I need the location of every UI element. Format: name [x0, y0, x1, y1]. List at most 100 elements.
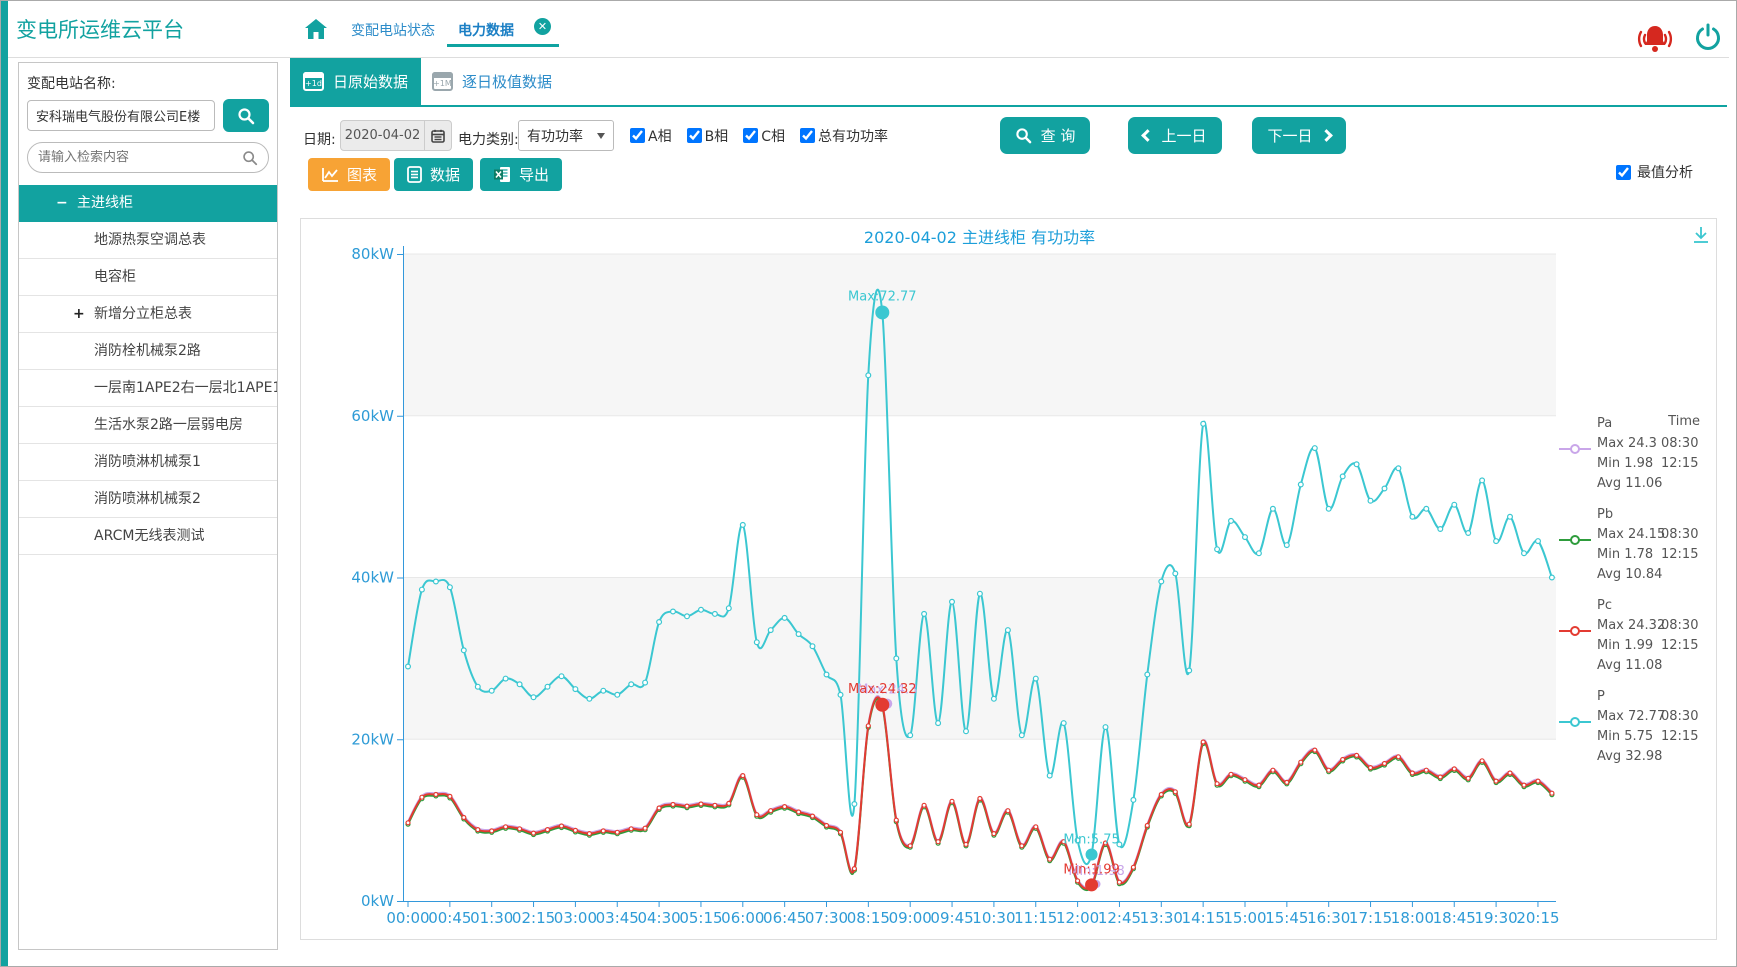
next-day-button[interactable]: 下一日	[1252, 117, 1346, 154]
tab-daily-extreme-data[interactable]: +1M 逐日极值数据	[421, 58, 563, 105]
phase-checkbox-3[interactable]	[800, 128, 815, 143]
extreme-analysis-label: 最值分析	[1637, 162, 1693, 182]
nav-tab-station-status[interactable]: 变配电站状态	[351, 20, 435, 40]
phase-checkbox-2[interactable]	[743, 128, 758, 143]
x-axis-label: 15:00	[1223, 909, 1266, 927]
tree-search-input[interactable]	[38, 150, 242, 165]
tree-item-2[interactable]: 电容柜	[19, 259, 277, 296]
home-button[interactable]	[303, 16, 329, 42]
legend-entry-P: PMax 72.7708:30Min 5.7512:15Avg 32.98	[1562, 687, 1714, 767]
x-axis-label: 09:45	[930, 909, 973, 927]
tab-daily-raw-data[interactable]: +1d 日原始数据	[290, 58, 421, 105]
tree-item-label: ARCM无线表测试	[94, 528, 204, 544]
station-name-input[interactable]	[27, 100, 215, 131]
legend-max-time: 08:30	[1661, 616, 1698, 636]
legend-max: Max 72.77	[1597, 707, 1661, 727]
tree-item-label: 消防栓机械泵2路	[94, 343, 201, 359]
station-search-button[interactable]	[223, 99, 269, 132]
phase-checkbox-1[interactable]	[687, 128, 702, 143]
legend-entry-Pc: PcMax 24.3208:30Min 1.9912:15Avg 11.08	[1562, 596, 1714, 676]
x-axis-label: 18:45	[1433, 909, 1476, 927]
phase-checkbox-0[interactable]	[630, 128, 645, 143]
extreme-analysis-checkbox[interactable]	[1616, 165, 1631, 180]
tree-item-8[interactable]: 消防喷淋机械泵2	[19, 481, 277, 518]
phase-label: 总有功功率	[818, 126, 888, 146]
chart-view-button[interactable]: 图表	[308, 158, 390, 191]
power-line-chart[interactable]: 0kW20kW40kW60kW80kW00:0000:4501:3002:150…	[300, 218, 1717, 940]
y-axis-label: 20kW	[351, 730, 394, 748]
tree-item-7[interactable]: 消防喷淋机械泵1	[19, 444, 277, 481]
date-value: 2020-04-02	[341, 128, 424, 143]
legend-max-time: 08:30	[1661, 434, 1698, 454]
phase-label: A相	[648, 126, 672, 146]
x-axis-label: 20:15	[1516, 909, 1559, 927]
alarm-bell-icon	[1633, 22, 1677, 56]
x-axis-label: 09:00	[889, 909, 932, 927]
tree-item-label: 生活水泵2路一层弱电房	[94, 417, 243, 433]
previous-day-button[interactable]: 上一日	[1128, 117, 1222, 154]
legend-series-name: Pa	[1597, 414, 1714, 434]
tree-item-0[interactable]: −主进线柜	[19, 185, 277, 222]
alarm-button[interactable]	[1633, 22, 1677, 56]
phase-option-2[interactable]: C相	[743, 126, 785, 146]
chevron-left-icon	[1142, 129, 1155, 142]
phase-label: B相	[705, 126, 729, 146]
chart-legend: Time PaMax 24.308:30Min 1.9812:15Avg 11.…	[1562, 414, 1714, 778]
tree-item-5[interactable]: 一层南1APE2右一层北1APE1左	[19, 370, 277, 407]
excel-icon	[493, 166, 511, 183]
phase-option-0[interactable]: A相	[630, 126, 672, 146]
tree-item-label: 消防喷淋机械泵1	[94, 454, 201, 470]
x-axis-label: 12:00	[1056, 909, 1099, 927]
x-axis-label: 12:45	[1098, 909, 1141, 927]
logout-button[interactable]	[1693, 22, 1723, 52]
phase-option-3[interactable]: 总有功功率	[800, 126, 888, 146]
power-type-select[interactable]: 有功功率	[518, 120, 614, 151]
legend-min: Min 5.75	[1597, 727, 1661, 747]
calendar-icon[interactable]	[424, 121, 451, 150]
x-axis-label: 18:00	[1391, 909, 1434, 927]
legend-max: Max 24.15	[1597, 525, 1661, 545]
extreme-analysis-toggle[interactable]: 最值分析	[1616, 162, 1693, 182]
data-view-button[interactable]: 数据	[394, 158, 473, 191]
export-button[interactable]: 导出	[480, 158, 562, 191]
x-axis-label: 13:30	[1140, 909, 1183, 927]
markpoint-dot	[875, 698, 889, 712]
phase-checkbox-group: A相 B相 C相 总有功功率	[630, 120, 888, 151]
power-icon	[1693, 22, 1723, 52]
legend-min: Min 1.99	[1597, 636, 1661, 656]
tree-item-4[interactable]: 消防栓机械泵2路	[19, 333, 277, 370]
nav-tab-power-data[interactable]: 电力数据	[458, 20, 514, 40]
tree-item-3[interactable]: +新增分立柜总表	[19, 296, 277, 333]
tree-item-6[interactable]: 生活水泵2路一层弱电房	[19, 407, 277, 444]
x-axis-label: 01:30	[470, 909, 513, 927]
expand-plus-icon[interactable]: +	[73, 296, 85, 333]
close-tab-icon[interactable]: ✕	[534, 18, 551, 35]
legend-marker-icon	[1559, 444, 1591, 454]
legend-min-time: 12:15	[1661, 545, 1698, 565]
phase-option-1[interactable]: B相	[687, 126, 729, 146]
sidebar: 变配电站名称: −主进线柜地源热泵空调总表电容柜+新增分立柜总表消防栓机械泵2路…	[18, 62, 278, 950]
tree-item-1[interactable]: 地源热泵空调总表	[19, 222, 277, 259]
legend-marker-icon	[1559, 535, 1591, 545]
legend-max-time: 08:30	[1661, 707, 1698, 727]
x-axis-label: 00:45	[428, 909, 471, 927]
legend-avg: Avg 11.06	[1597, 474, 1661, 494]
x-axis-label: 07:30	[805, 909, 848, 927]
query-button[interactable]: 查 询	[1000, 117, 1090, 154]
x-axis-label: 05:15	[679, 909, 722, 927]
y-axis-label: 0kW	[361, 892, 394, 910]
y-axis-label: 40kW	[351, 569, 394, 587]
calendar-1m-icon: +1M	[432, 72, 453, 91]
collapse-minus-icon[interactable]: −	[56, 185, 68, 222]
legend-max: Max 24.32	[1597, 616, 1661, 636]
device-tree: −主进线柜地源热泵空调总表电容柜+新增分立柜总表消防栓机械泵2路一层南1APE2…	[19, 185, 277, 555]
tree-item-label: 地源热泵空调总表	[94, 232, 206, 248]
station-name-label: 变配电站名称:	[27, 73, 277, 93]
chevron-down-icon	[597, 133, 605, 139]
line-chart-icon	[321, 167, 339, 183]
date-picker[interactable]: 2020-04-02	[340, 120, 452, 151]
tree-item-label: 主进线柜	[77, 195, 133, 211]
tree-item-9[interactable]: ARCM无线表测试	[19, 518, 277, 555]
legend-marker-icon	[1559, 717, 1591, 727]
tree-search-box[interactable]	[27, 142, 269, 173]
